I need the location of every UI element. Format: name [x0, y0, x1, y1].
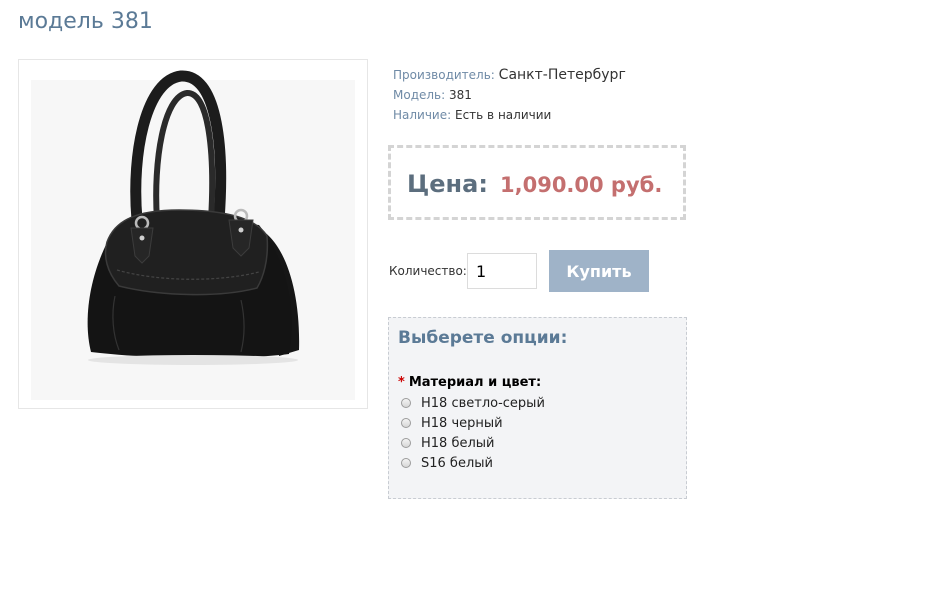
option-item[interactable]: Н18 белый: [401, 433, 545, 453]
option-label[interactable]: S16 белый: [421, 456, 493, 471]
price-label: Цена:: [407, 170, 488, 198]
radio-button[interactable]: [401, 438, 411, 448]
radio-button[interactable]: [401, 418, 411, 428]
buy-button[interactable]: Купить: [549, 250, 649, 292]
handbag-icon: [87, 70, 300, 365]
option-label[interactable]: Н18 белый: [421, 436, 495, 451]
price-value: 1,090.00 руб.: [500, 173, 663, 197]
availability-label: Наличие:: [393, 108, 452, 122]
option-item[interactable]: Н18 светло-серый: [401, 393, 545, 413]
option-item[interactable]: Н18 черный: [401, 413, 545, 433]
manufacturer-row: Производитель: Санкт-Петербург: [393, 65, 626, 85]
option-label[interactable]: Н18 черный: [421, 416, 503, 431]
radio-button[interactable]: [401, 458, 411, 468]
options-panel: Выберете опции: * Материал и цвет: Н18 св…: [388, 317, 687, 499]
price-box: Цена: 1,090.00 руб.: [388, 145, 686, 220]
option-label[interactable]: Н18 светло-серый: [421, 396, 545, 411]
options-title: Выберете опции:: [398, 328, 568, 348]
option-group-text: Материал и цвет:: [408, 375, 542, 390]
manufacturer-link[interactable]: Санкт-Петербург: [499, 67, 626, 83]
product-image[interactable]: [18, 59, 368, 409]
page-title: модель 381: [18, 9, 153, 34]
option-group-label: * Материал и цвет:: [398, 375, 541, 390]
quantity-input[interactable]: [467, 253, 537, 289]
manufacturer-label: Производитель:: [393, 68, 495, 82]
model-label: Модель:: [393, 88, 446, 102]
required-mark: *: [398, 375, 405, 390]
option-item[interactable]: S16 белый: [401, 453, 545, 473]
radio-button[interactable]: [401, 398, 411, 408]
option-list: Н18 светло-серый Н18 черный Н18 белый S1…: [401, 393, 545, 473]
product-info: Производитель: Санкт-Петербург Модель: 3…: [393, 65, 626, 125]
availability-row: Наличие: Есть в наличии: [393, 105, 626, 125]
model-value: 381: [449, 88, 472, 102]
quantity-label: Количество:: [389, 264, 467, 278]
availability-value: Есть в наличии: [455, 108, 552, 122]
model-row: Модель: 381: [393, 85, 626, 105]
